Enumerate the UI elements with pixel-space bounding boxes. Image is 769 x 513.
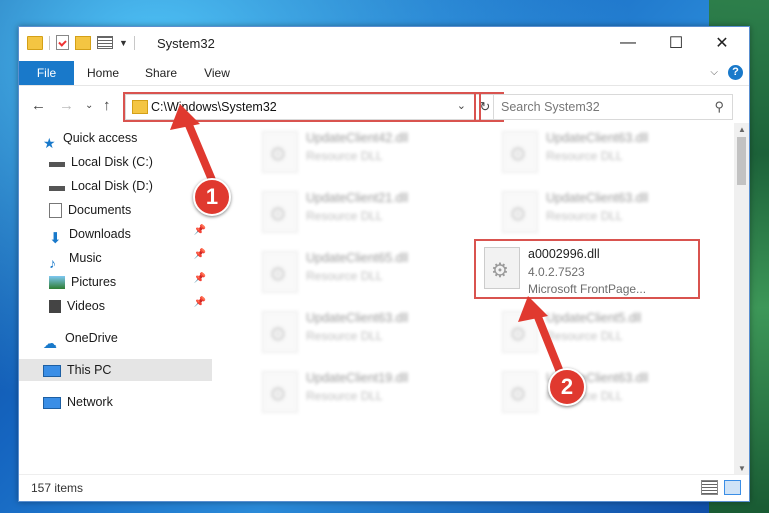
arrow-1-head: [170, 104, 200, 130]
arrow-2-shaft: [532, 308, 564, 376]
arrow-2-head: [518, 296, 548, 322]
step-2-badge: 2: [548, 368, 586, 406]
arrow-1-shaft: [182, 114, 216, 184]
annotation-arrows: [170, 104, 564, 376]
step-1-badge: 1: [193, 178, 231, 216]
